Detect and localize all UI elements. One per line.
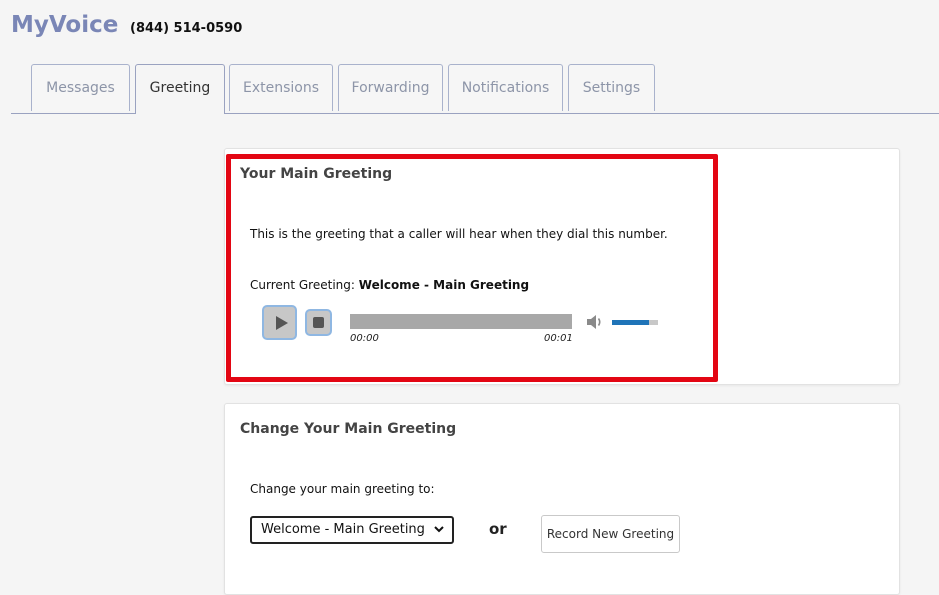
greeting-select[interactable]: Welcome - Main Greeting xyxy=(250,516,454,544)
app-title: MyVoice xyxy=(11,12,119,38)
tab-messages[interactable]: Messages xyxy=(31,64,130,111)
chevron-down-icon xyxy=(434,526,444,533)
tab-extensions[interactable]: Extensions xyxy=(229,64,333,111)
or-separator: or xyxy=(489,520,507,538)
tab-greeting[interactable]: Greeting xyxy=(135,64,225,114)
tab-forwarding[interactable]: Forwarding xyxy=(338,64,443,111)
tab-notifications[interactable]: Notifications xyxy=(448,64,563,111)
change-greeting-label: Change your main greeting to: xyxy=(250,482,435,496)
change-greeting-title: Change Your Main Greeting xyxy=(240,421,457,437)
greeting-select-value: Welcome - Main Greeting xyxy=(261,522,425,537)
phone-number: (844) 514-0590 xyxy=(130,21,243,36)
highlight-box xyxy=(226,154,718,382)
record-new-greeting-button[interactable]: Record New Greeting xyxy=(541,515,680,553)
tab-bar: Messages Greeting Extensions Forwarding … xyxy=(11,64,939,114)
tab-settings[interactable]: Settings xyxy=(568,64,655,111)
